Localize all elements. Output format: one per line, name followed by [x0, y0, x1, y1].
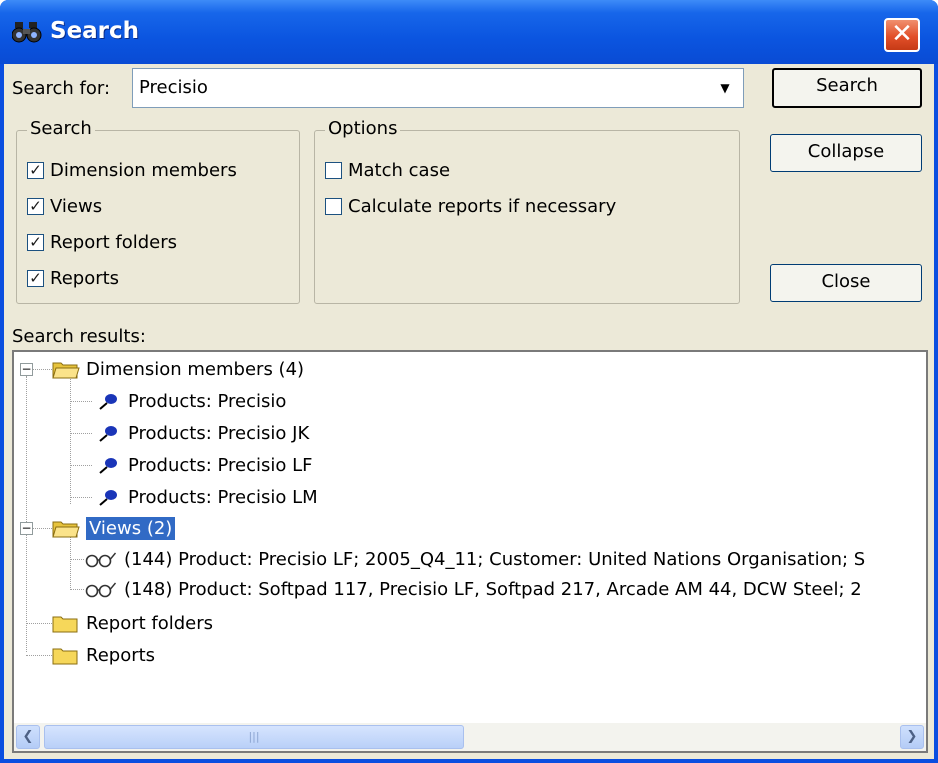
- tree-item-label: Products: Precisio LF: [128, 454, 313, 476]
- binoculars-icon: [12, 22, 42, 43]
- close-icon: ✕: [891, 19, 913, 49]
- checkbox-checked-icon[interactable]: ✓: [27, 161, 44, 179]
- tree-node-reports[interactable]: Reports: [52, 640, 155, 670]
- options-group: Options Match case Calculate reports if …: [314, 118, 740, 304]
- close-window-button[interactable]: ✕: [884, 18, 920, 52]
- glasses-icon: [85, 582, 117, 598]
- checkbox-dimension-members[interactable]: ✓ Dimension members: [27, 157, 237, 183]
- checkbox-label: Views: [50, 195, 103, 217]
- collapse-dimension-members-icon[interactable]: −: [20, 363, 33, 376]
- open-folder-icon: [52, 521, 80, 538]
- folder-icon: [52, 648, 78, 665]
- tree-item-label: Products: Precisio JK: [128, 422, 310, 444]
- checkbox-unchecked-icon[interactable]: [325, 161, 342, 179]
- title-bar[interactable]: Search ✕: [0, 0, 938, 64]
- folder-icon: [52, 616, 78, 633]
- search-dialog: Search ✕ Search for: Precisio ▼ Search C…: [0, 0, 938, 763]
- tree-item-member[interactable]: Products: Precisio LM: [94, 482, 318, 512]
- tree-item-view[interactable]: (144) Product: Precisio LF; 2005_Q4_11; …: [84, 544, 865, 574]
- tree-item-member[interactable]: Products: Precisio JK: [94, 418, 309, 448]
- close-button[interactable]: Close: [770, 264, 922, 302]
- search-button[interactable]: Search: [772, 68, 922, 108]
- tree-item-member[interactable]: Products: Precisio LF: [94, 450, 313, 480]
- checkbox-calculate-reports[interactable]: Calculate reports if necessary: [325, 193, 616, 219]
- options-group-title: Options: [325, 118, 401, 139]
- checkbox-label: Reports: [50, 267, 120, 289]
- scroll-left-icon[interactable]: ❮: [16, 725, 40, 749]
- tree-node-views[interactable]: Views (2): [52, 513, 176, 543]
- tree-item-label: (148) Product: Softpad 117, Precisio LF,…: [124, 578, 862, 600]
- tree-item-label: Products: Precisio: [128, 390, 287, 412]
- pushpin-icon: [99, 458, 117, 474]
- tree-node-label: Reports: [86, 644, 156, 666]
- search-group-title: Search: [27, 118, 95, 139]
- collapse-views-icon[interactable]: −: [20, 522, 33, 535]
- checkbox-label: Dimension members: [50, 159, 237, 181]
- tree-node-label: Dimension members (4): [86, 358, 305, 380]
- search-input[interactable]: Precisio: [139, 77, 208, 98]
- checkbox-label: Match case: [348, 159, 451, 181]
- checkbox-checked-icon[interactable]: ✓: [27, 269, 44, 287]
- dropdown-arrow-icon[interactable]: ▼: [711, 73, 739, 103]
- tree-item-label: Products: Precisio LM: [128, 486, 318, 508]
- results-tree[interactable]: − Dimension members (4) Products: Precis…: [12, 350, 928, 753]
- dialog-body: Search for: Precisio ▼ Search Collapse C…: [4, 64, 934, 759]
- pushpin-icon: [99, 490, 117, 506]
- tree-node-label: Report folders: [86, 612, 214, 634]
- tree-node-label-selected: Views (2): [86, 516, 176, 540]
- checkbox-label: Report folders: [50, 231, 178, 253]
- pushpin-icon: [99, 394, 117, 410]
- search-combobox[interactable]: Precisio ▼: [132, 68, 744, 108]
- open-folder-icon: [52, 362, 80, 379]
- window-title: Search: [50, 18, 140, 44]
- checkbox-report-folders[interactable]: ✓ Report folders: [27, 229, 177, 255]
- pushpin-icon: [99, 426, 117, 442]
- checkbox-unchecked-icon[interactable]: [325, 197, 342, 215]
- tree-node-dimension-members[interactable]: Dimension members (4): [52, 354, 304, 384]
- checkbox-views[interactable]: ✓ Views: [27, 193, 102, 219]
- tree-item-view[interactable]: (148) Product: Softpad 117, Precisio LF,…: [84, 574, 862, 604]
- checkbox-checked-icon[interactable]: ✓: [27, 233, 44, 251]
- tree-node-report-folders[interactable]: Report folders: [52, 608, 213, 638]
- collapse-button[interactable]: Collapse: [770, 134, 922, 172]
- scrollbar-thumb[interactable]: |||: [44, 725, 464, 749]
- tree-item-label: (144) Product: Precisio LF; 2005_Q4_11; …: [124, 548, 866, 570]
- search-scope-group: Search ✓ Dimension members ✓ Views ✓ Rep…: [16, 118, 300, 304]
- tree-item-member[interactable]: Products: Precisio: [94, 386, 286, 416]
- checkbox-label: Calculate reports if necessary: [348, 195, 617, 217]
- glasses-icon: [85, 552, 117, 568]
- horizontal-scrollbar[interactable]: ❮ ||| ❯: [14, 723, 926, 751]
- search-results-label: Search results:: [12, 326, 146, 347]
- checkbox-reports[interactable]: ✓ Reports: [27, 265, 119, 291]
- checkbox-match-case[interactable]: Match case: [325, 157, 450, 183]
- scroll-right-icon[interactable]: ❯: [900, 725, 924, 749]
- checkbox-checked-icon[interactable]: ✓: [27, 197, 44, 215]
- search-for-label: Search for:: [12, 78, 111, 99]
